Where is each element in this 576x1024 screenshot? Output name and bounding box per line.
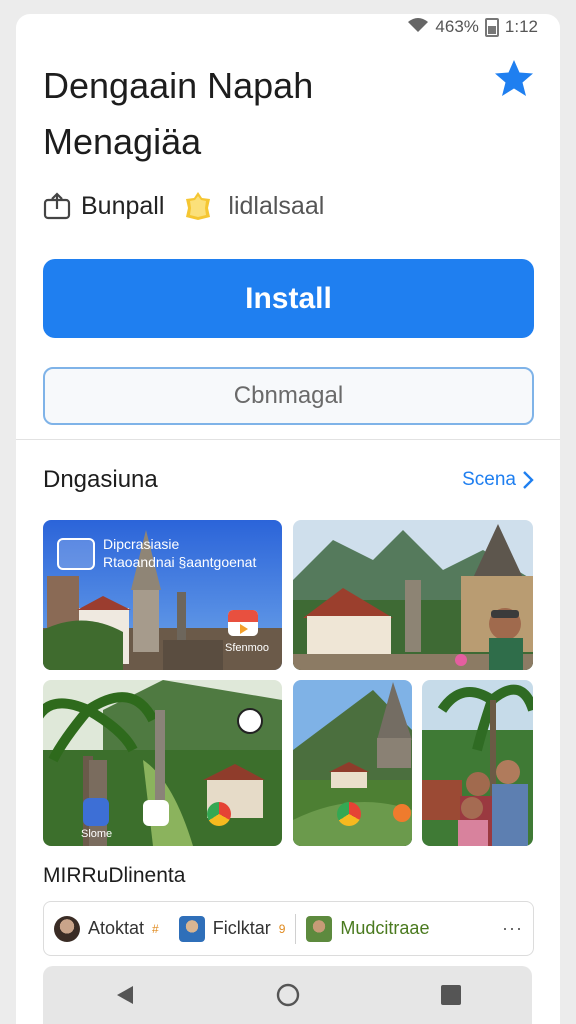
status-bar: 463% 1:12 [407,16,538,38]
developer-name[interactable]: Bunpall [81,192,164,221]
person-chip[interactable]: Mudcitraae [296,902,439,955]
secondary-button[interactable]: Cbnmagal [43,367,534,425]
app-meta-row: Bunpall lidlalsaal [43,188,324,224]
more-icon[interactable]: ··· [502,918,523,939]
sticker-icon [455,654,467,666]
record-icon [237,708,263,734]
people-row: Atoktat # Ficlktar 9 Mudcitraae ··· [43,901,534,956]
chrome-icon [337,802,361,826]
battery-icon [484,17,499,37]
screenshot-3[interactable]: Slome [43,680,282,846]
app-title-line1: Dengaain Napah [43,65,314,106]
star-icon[interactable] [492,58,536,98]
chevron-right-icon [523,471,534,489]
screenshot-4[interactable] [293,680,412,846]
app-title-line2: Menagiäa [43,121,202,162]
battery-level: 463% [435,17,479,36]
see-all-label: Scena [462,469,516,490]
person-name: Atoktat [88,918,145,938]
system-nav-bar [43,966,532,1024]
recents-icon[interactable] [431,975,471,1015]
clock: 1:12 [504,17,538,36]
screenshots-title: Dngasiuna [43,466,158,493]
people-section-title: MIRRuDlinenta [43,864,186,887]
video-icon [228,610,258,636]
app-title: Dengaain Napah Menagiäa [43,58,463,170]
screenshot-1[interactable]: Dipcrasiasie Rtaoandnai §aantgoenat Sfen… [43,520,282,670]
divider [16,439,560,440]
person-mark: 9 [278,921,286,936]
badge-icon [182,190,214,222]
screenshot-1-overlay: Dipcrasiasie Rtaoandnai §aantgoenat [53,534,256,592]
person-name: Mudcitraae [340,918,430,938]
overlay-line2: Rtaoandnai §aantgoenat [103,554,257,570]
screenshot-3-caption: Slome [81,828,113,840]
screenshot-2[interactable] [293,520,533,670]
chrome-icon [207,802,231,826]
play-icon [143,800,169,826]
avatar [54,915,80,942]
person-chip[interactable]: Atoktat # [44,902,169,955]
see-all-link[interactable]: Scena [462,469,534,491]
person-mark: # [152,921,159,936]
screenshot-5[interactable] [422,680,533,846]
overlay-line1: Dipcrasiasie [103,536,180,552]
screenshot-1-caption: Sfenmoo [225,642,270,654]
share-icon[interactable] [43,192,71,220]
avatar [306,915,333,942]
app-icon-blue [83,798,109,826]
install-button[interactable]: Install [43,259,534,338]
person-name: Ficlktar [212,918,271,938]
avatar [178,915,205,942]
category-label[interactable]: lidlalsaal [228,192,324,221]
orange-badge-icon [393,804,411,822]
wifi-icon [407,17,429,38]
home-icon[interactable] [268,975,308,1015]
screenshots-header: Dngasiuna Scena [43,466,534,494]
app-page: 463% 1:12 Dengaain Napah Menagiäa Bunpal… [16,14,560,1024]
app-logo-icon [57,538,95,570]
person-chip[interactable]: Ficlktar 9 [169,902,296,955]
back-icon[interactable] [105,975,145,1015]
